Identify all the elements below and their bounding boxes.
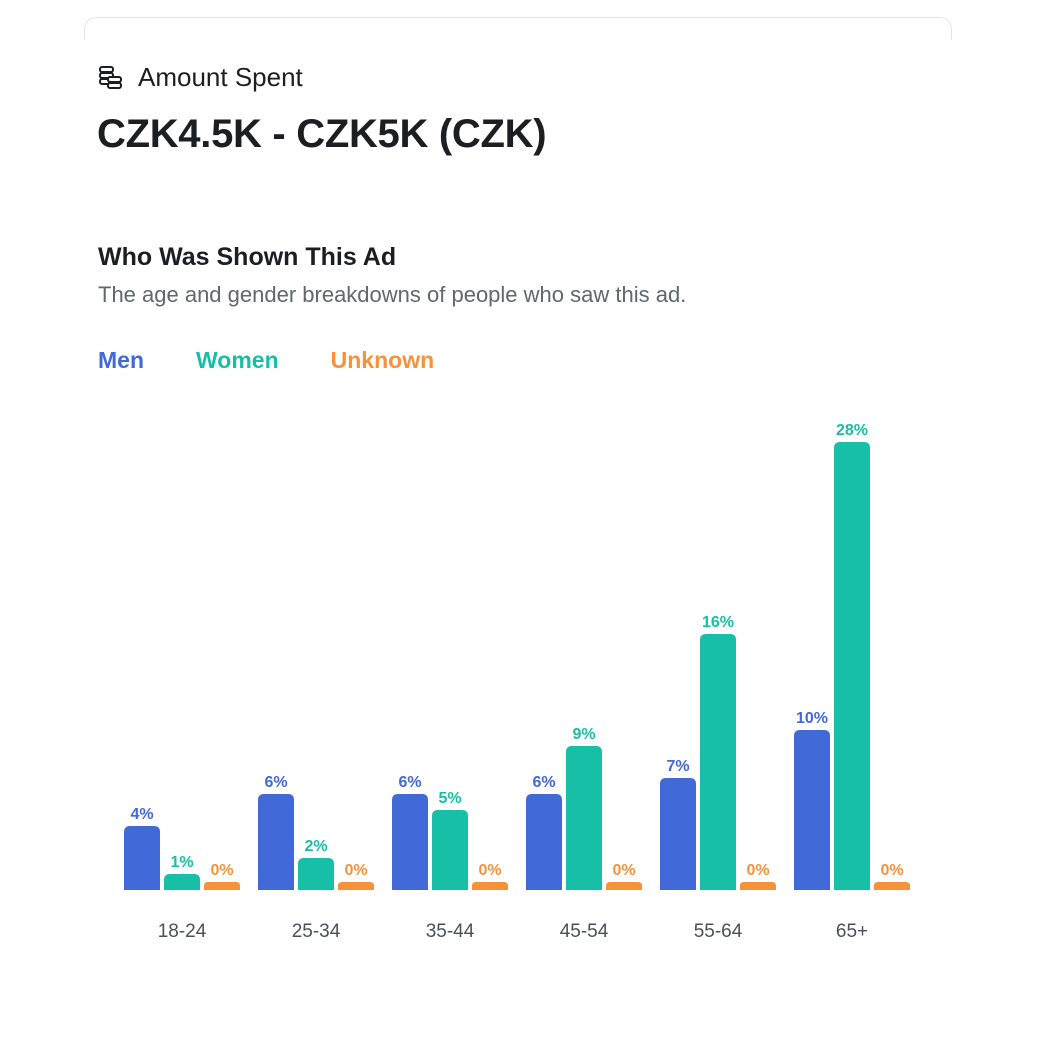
data-label-unknown-25-34: 0%	[344, 862, 367, 879]
bar-women-45-54[interactable]	[566, 746, 602, 890]
bar-women-18-24[interactable]	[164, 874, 200, 890]
bar-women-25-34[interactable]	[298, 858, 334, 890]
data-label-women-45-54: 9%	[572, 726, 595, 743]
bar-unknown-35-44[interactable]	[472, 882, 508, 890]
bar-unknown-65+[interactable]	[874, 882, 910, 890]
bar-unknown-25-34[interactable]	[338, 882, 374, 890]
bar-women-35-44[interactable]	[432, 810, 468, 890]
bar-men-65+[interactable]	[794, 730, 830, 890]
bar-men-18-24[interactable]	[124, 826, 160, 890]
bar-men-35-44[interactable]	[392, 794, 428, 890]
data-label-men-45-54: 6%	[532, 774, 555, 791]
data-label-unknown-18-24: 0%	[210, 862, 233, 879]
data-label-unknown-35-44: 0%	[478, 862, 501, 879]
x-tick-label-65+: 65+	[836, 921, 868, 942]
data-label-women-35-44: 5%	[438, 790, 461, 807]
bar-men-45-54[interactable]	[526, 794, 562, 890]
data-label-men-65+: 10%	[796, 710, 828, 727]
data-label-women-65+: 28%	[836, 422, 868, 439]
bar-men-55-64[interactable]	[660, 778, 696, 890]
bar-unknown-55-64[interactable]	[740, 882, 776, 890]
data-label-women-25-34: 2%	[304, 838, 327, 855]
x-tick-label-55-64: 55-64	[694, 921, 743, 942]
x-tick-label-45-54: 45-54	[560, 921, 609, 942]
data-label-men-55-64: 7%	[666, 758, 689, 775]
bar-women-65+[interactable]	[834, 442, 870, 890]
data-label-women-55-64: 16%	[702, 614, 734, 631]
data-label-men-18-24: 4%	[130, 806, 153, 823]
data-label-men-25-34: 6%	[264, 774, 287, 791]
age-gender-bar-chart: 4% 1% 0% 18-24 6% 2% 0% 25-34 6% 5% 0% 35-44 6% 9% 0% 4…	[124, 422, 910, 942]
data-label-unknown-65+: 0%	[880, 862, 903, 879]
bar-women-55-64[interactable]	[700, 634, 736, 890]
bar-unknown-18-24[interactable]	[204, 882, 240, 890]
data-label-women-18-24: 1%	[170, 854, 193, 871]
bar-unknown-45-54[interactable]	[606, 882, 642, 890]
data-label-unknown-45-54: 0%	[612, 862, 635, 879]
x-tick-label-25-34: 25-34	[292, 921, 341, 942]
x-tick-label-18-24: 18-24	[158, 921, 207, 942]
bar-men-25-34[interactable]	[258, 794, 294, 890]
x-tick-label-35-44: 35-44	[426, 921, 475, 942]
data-label-unknown-55-64: 0%	[746, 862, 769, 879]
data-label-men-35-44: 6%	[398, 774, 421, 791]
